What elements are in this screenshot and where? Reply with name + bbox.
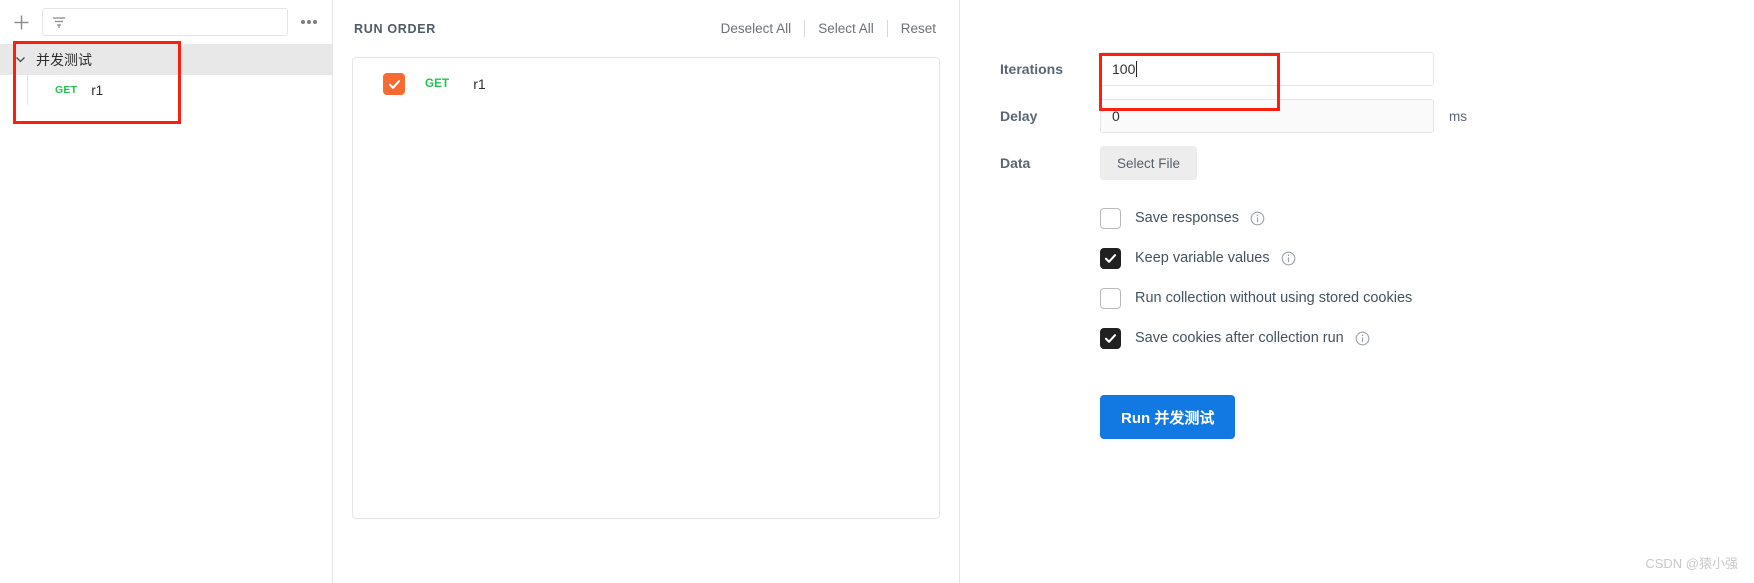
- run-order-title: RUN ORDER: [354, 21, 436, 36]
- sidebar-request-item[interactable]: GET r1: [0, 75, 332, 105]
- run-item-checkbox[interactable]: [383, 73, 405, 95]
- option-save-cookies[interactable]: Save cookies after collection run: [960, 327, 1754, 349]
- select-file-button[interactable]: Select File: [1100, 146, 1198, 180]
- chevron-down-icon[interactable]: [12, 52, 28, 68]
- option-run-without-cookies[interactable]: Run collection without using stored cook…: [960, 287, 1754, 309]
- request-name-label: r1: [91, 82, 104, 98]
- info-icon[interactable]: [1281, 251, 1296, 266]
- delay-row: Delay 0 ms: [960, 99, 1754, 133]
- run-order-list: GET r1: [352, 57, 940, 519]
- option-keep-variable-values[interactable]: Keep variable values: [960, 247, 1754, 269]
- select-all-link[interactable]: Select All: [805, 21, 887, 36]
- deselect-all-link[interactable]: Deselect All: [708, 21, 805, 36]
- iterations-row: Iterations 100: [960, 52, 1754, 86]
- run-collection-button[interactable]: Run 并发测试: [1100, 395, 1236, 439]
- run-without-cookies-label: Run collection without using stored cook…: [1135, 290, 1413, 306]
- keep-variable-values-label: Keep variable values: [1135, 250, 1270, 266]
- run-item-method-label: GET: [425, 78, 450, 90]
- collection-runner-window: 并发测试 GET r1 RUN ORDER Deselect All Selec…: [0, 0, 1754, 583]
- text-caret: [1136, 61, 1138, 77]
- info-icon[interactable]: [1355, 331, 1370, 346]
- sidebar: 并发测试 GET r1: [0, 0, 333, 583]
- add-icon[interactable]: [8, 9, 34, 35]
- save-responses-label: Save responses: [1135, 210, 1239, 226]
- data-label: Data: [1000, 155, 1031, 171]
- collection-name: 并发测试: [36, 51, 92, 68]
- watermark-label: CSDN @猿小强: [1645, 556, 1738, 571]
- save-cookies-checkbox[interactable]: [1100, 327, 1121, 349]
- run-without-cookies-checkbox[interactable]: [1100, 287, 1121, 309]
- iterations-value: 100: [1112, 61, 1136, 77]
- save-cookies-label: Save cookies after collection run: [1135, 330, 1344, 346]
- iterations-label: Iterations: [1000, 61, 1064, 77]
- run-order-panel: RUN ORDER Deselect All Select All Reset …: [333, 0, 960, 583]
- sidebar-collection-item[interactable]: 并发测试: [0, 44, 332, 75]
- reset-link[interactable]: Reset: [888, 21, 938, 36]
- delay-label: Delay: [1000, 108, 1038, 124]
- delay-unit-label: ms: [1449, 108, 1467, 124]
- iterations-input[interactable]: 100: [1100, 52, 1434, 86]
- info-icon[interactable]: [1250, 211, 1265, 226]
- save-responses-checkbox[interactable]: [1100, 207, 1121, 229]
- filter-input[interactable]: [42, 8, 288, 36]
- run-order-header: RUN ORDER Deselect All Select All Reset: [352, 0, 940, 57]
- run-item-name-label: r1: [473, 76, 486, 92]
- data-row: Data Select File: [960, 146, 1754, 180]
- option-save-responses[interactable]: Save responses: [960, 207, 1754, 229]
- keep-variable-values-checkbox[interactable]: [1100, 247, 1121, 269]
- run-order-row[interactable]: GET r1: [353, 58, 939, 110]
- delay-value: 0: [1112, 108, 1120, 124]
- runner-settings-panel: Iterations 100 Delay 0 ms Data Select Fi…: [960, 0, 1754, 583]
- filter-icon: [51, 13, 69, 31]
- run-order-actions: Deselect All Select All Reset: [708, 20, 938, 37]
- sidebar-toolbar: [0, 0, 332, 44]
- request-method-label: GET: [55, 84, 78, 96]
- delay-input[interactable]: 0: [1100, 99, 1434, 133]
- more-actions-icon[interactable]: [296, 11, 322, 33]
